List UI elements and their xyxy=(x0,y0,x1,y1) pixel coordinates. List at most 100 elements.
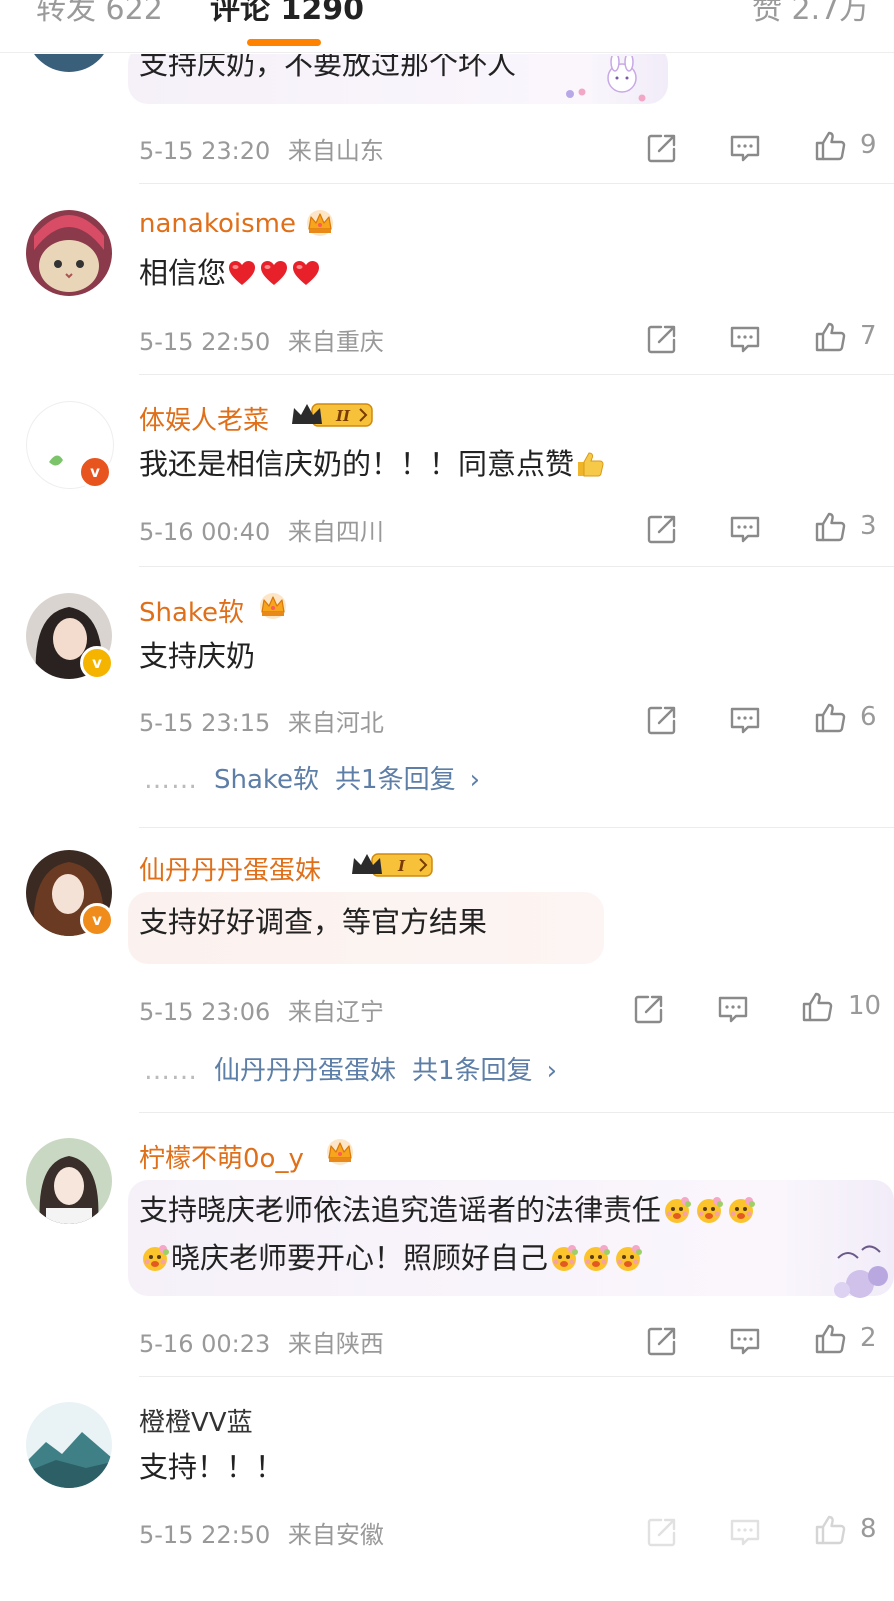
tab-active-indicator xyxy=(247,39,321,46)
comment-text: 支持好好调查，等官方结果 xyxy=(139,905,488,939)
svg-text:II: II xyxy=(335,407,351,425)
heart-emoji xyxy=(227,258,257,288)
comment-location: 来自辽宁 xyxy=(287,998,384,1026)
comment-icon[interactable] xyxy=(716,992,750,1026)
comment-text: 相信您 xyxy=(139,253,322,293)
comment-meta: 5-15 23:06 来自辽宁 xyxy=(139,992,384,1027)
comment-divider xyxy=(139,1376,894,1377)
like-count: 7 xyxy=(860,321,877,351)
comment-time: 5-15 22:50 xyxy=(139,1521,271,1549)
reply-username: 仙丹丹丹蛋蛋妹 xyxy=(214,1056,397,1086)
like-icon[interactable] xyxy=(813,510,847,544)
like-count: 2 xyxy=(860,1323,877,1353)
reply-count: 共1条回复 xyxy=(335,765,456,795)
comment-tabbar: 转发 622 评论 1290 赞 2.7万 xyxy=(0,0,894,54)
view-replies-link[interactable]: …… 仙丹丹丹蛋蛋妹 共1条回复 › xyxy=(144,1050,557,1087)
like-icon[interactable] xyxy=(813,129,847,163)
comment-location: 来自河北 xyxy=(287,709,384,737)
bee-emoji xyxy=(613,1243,643,1273)
comment-text-line: 晓庆老师要开心！照顾好自己 xyxy=(139,1238,644,1278)
bee-emoji xyxy=(549,1243,579,1273)
avatar[interactable] xyxy=(26,1138,112,1224)
comment-meta: 5-16 00:23 来自陕西 xyxy=(139,1324,384,1359)
crown-icon xyxy=(256,591,290,621)
tab-likes[interactable]: 赞 2.7万 xyxy=(752,0,869,28)
verified-badge: v xyxy=(80,903,114,937)
comment-location: 来自重庆 xyxy=(287,328,384,356)
comment-meta: 5-15 23:20 来自山东 xyxy=(139,131,384,166)
repost-icon[interactable] xyxy=(645,131,679,165)
comment-meta: 5-15 23:15 来自河北 xyxy=(139,703,384,738)
comment-location: 来自山东 xyxy=(287,137,384,165)
bunny-sticker-decoration xyxy=(566,56,646,102)
flower-sticker-decoration xyxy=(834,1245,888,1298)
like-count: 3 xyxy=(860,511,877,541)
like-icon[interactable] xyxy=(813,701,847,735)
reply-count: 共1条回复 xyxy=(412,1056,533,1086)
tab-comments[interactable]: 评论 1290 xyxy=(210,0,364,28)
comment-icon[interactable] xyxy=(728,1324,762,1358)
like-count: 9 xyxy=(860,130,877,160)
tab-reposts[interactable]: 转发 622 xyxy=(36,0,163,28)
chevron-right-icon: › xyxy=(546,1056,557,1086)
comment-divider xyxy=(139,1112,894,1113)
comment-divider xyxy=(139,374,894,375)
comment-meta: 5-15 22:50 来自重庆 xyxy=(139,322,384,357)
comment-icon[interactable] xyxy=(728,512,762,546)
crown-icon xyxy=(303,208,337,238)
avatar[interactable] xyxy=(26,210,112,296)
bee-emoji xyxy=(662,1195,692,1225)
username[interactable]: 柠檬不萌0o_y xyxy=(139,1138,304,1175)
comment-icon[interactable] xyxy=(728,703,762,737)
repost-icon[interactable] xyxy=(645,1324,679,1358)
comment-time: 5-16 00:40 xyxy=(139,518,271,546)
username[interactable]: 仙丹丹丹蛋蛋妹 xyxy=(139,850,321,887)
comment-location: 来自四川 xyxy=(287,518,384,546)
like-icon[interactable] xyxy=(813,1513,847,1547)
tab-divider xyxy=(0,52,894,53)
repost-icon[interactable] xyxy=(645,703,679,737)
chevron-right-icon: › xyxy=(469,765,480,795)
reply-username: Shake软 xyxy=(214,765,320,795)
comment-divider xyxy=(139,827,894,828)
comment-icon[interactable] xyxy=(728,322,762,356)
comment-time: 5-16 00:23 xyxy=(139,1330,271,1358)
username[interactable]: 体娱人老菜 xyxy=(139,400,269,437)
avatar[interactable] xyxy=(26,1402,112,1488)
heart-emoji xyxy=(259,258,289,288)
comment-text: 支持！！！ xyxy=(139,1450,285,1484)
username[interactable]: Shake软 xyxy=(139,592,244,629)
comment-location: 来自安徽 xyxy=(287,1521,384,1549)
verified-badge: v xyxy=(78,455,112,489)
repost-icon[interactable] xyxy=(645,512,679,546)
like-count: 8 xyxy=(860,1514,877,1544)
like-icon[interactable] xyxy=(800,990,834,1024)
bee-emoji xyxy=(694,1195,724,1225)
crown-icon xyxy=(323,1137,357,1167)
comment-time: 5-15 23:06 xyxy=(139,998,271,1026)
verified-badge: v xyxy=(80,646,114,680)
comment-divider xyxy=(139,183,894,184)
bee-emoji xyxy=(726,1195,756,1225)
comment-time: 5-15 22:50 xyxy=(139,328,271,356)
repost-icon[interactable] xyxy=(632,992,666,1026)
comment-icon[interactable] xyxy=(728,1515,762,1549)
comment-location: 来自陕西 xyxy=(287,1330,384,1358)
comment-text: 我还是相信庆奶的！！！同意点赞 xyxy=(139,444,606,484)
like-icon[interactable] xyxy=(813,1322,847,1356)
like-count: 10 xyxy=(848,991,882,1021)
crown-icon: II xyxy=(292,403,373,427)
like-icon[interactable] xyxy=(813,320,847,354)
username[interactable]: 橙橙VV蓝 xyxy=(139,1402,253,1439)
bee-emoji xyxy=(581,1243,611,1273)
repost-icon[interactable] xyxy=(645,322,679,356)
repost-icon[interactable] xyxy=(645,1515,679,1549)
comment-icon[interactable] xyxy=(728,131,762,165)
comment-time: 5-15 23:15 xyxy=(139,709,271,737)
like-count: 6 xyxy=(860,702,877,732)
username[interactable]: nanakoisme xyxy=(139,209,296,239)
view-replies-link[interactable]: …… Shake软 共1条回复 › xyxy=(144,759,480,796)
comment-meta: 5-15 22:50 来自安徽 xyxy=(139,1515,384,1550)
comment-divider xyxy=(139,566,894,567)
comment-text-line: 支持晓庆老师依法追究造谣者的法律责任 xyxy=(139,1190,757,1230)
